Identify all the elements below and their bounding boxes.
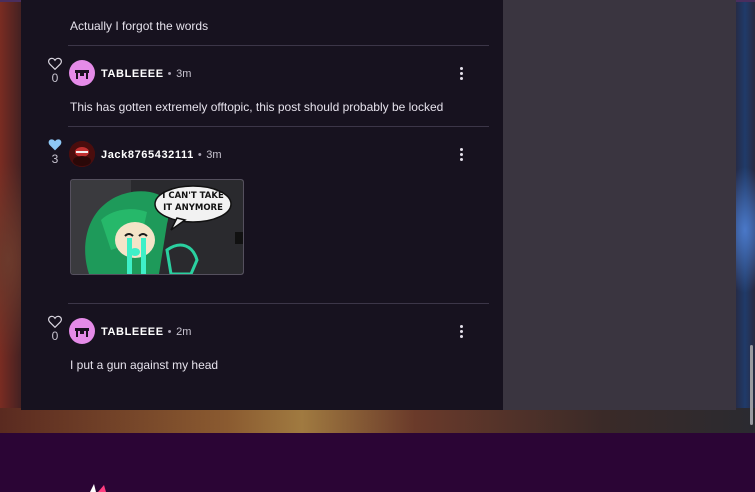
comment-divider [68, 126, 489, 127]
avatar[interactable] [69, 141, 95, 167]
heart-filled-icon[interactable] [48, 138, 62, 151]
like-control[interactable]: 3 [47, 138, 63, 166]
comment-text: Actually I forgot the words [70, 19, 209, 33]
like-count: 0 [51, 71, 59, 85]
background-scene-bottom [0, 408, 755, 435]
avatar[interactable] [69, 318, 95, 344]
kebab-menu-icon[interactable] [459, 67, 463, 70]
like-control[interactable]: 0 [47, 315, 63, 343]
more-options-button[interactable] [459, 325, 463, 339]
comments-feed[interactable]: Actually I forgot the words 0 TABLEEEE • 3… [21, 0, 503, 410]
more-options-button[interactable] [459, 148, 463, 162]
separator-dot: • [167, 326, 173, 338]
comment-divider [68, 303, 489, 304]
like-count: 0 [51, 329, 59, 343]
kebab-menu-icon[interactable] [459, 148, 463, 151]
heart-icon[interactable] [48, 315, 62, 328]
comment-image[interactable]: I CAN'T TAKE IT ANYMORE [70, 179, 244, 275]
heart-icon[interactable] [48, 57, 62, 70]
table-avatar-icon [75, 328, 89, 337]
logo-icon[interactable] [88, 484, 108, 492]
timestamp: 3m [206, 149, 222, 161]
more-options-button[interactable] [459, 67, 463, 81]
side-panel [503, 0, 736, 410]
comment-text: I put a gun against my head [70, 358, 219, 372]
username[interactable]: TABLEEEE [101, 326, 164, 338]
username[interactable]: TABLEEEE [101, 68, 164, 80]
timestamp: 2m [176, 326, 192, 338]
comment-author[interactable]: TABLEEEE • 2m [101, 326, 191, 338]
like-count: 3 [51, 152, 59, 166]
username[interactable]: Jack8765432111 [101, 149, 194, 161]
timestamp: 3m [176, 68, 192, 80]
kebab-menu-icon[interactable] [459, 325, 463, 328]
avatar[interactable] [69, 60, 95, 86]
comment-author[interactable]: Jack8765432111 • 3m [101, 149, 222, 161]
scrollbar[interactable] [750, 345, 753, 425]
user-avatar-icon [69, 141, 95, 167]
page-footer [0, 433, 755, 492]
separator-dot: • [197, 149, 203, 161]
comment-text: This has gotten extremely offtopic, this… [70, 100, 444, 114]
separator-dot: • [167, 68, 173, 80]
table-avatar-icon [75, 70, 89, 79]
comment-divider [68, 45, 489, 46]
like-control[interactable]: 0 [47, 57, 63, 85]
meme-caption: I CAN'T TAKE IT ANYMORE [162, 191, 224, 213]
comment-author[interactable]: TABLEEEE • 3m [101, 68, 191, 80]
